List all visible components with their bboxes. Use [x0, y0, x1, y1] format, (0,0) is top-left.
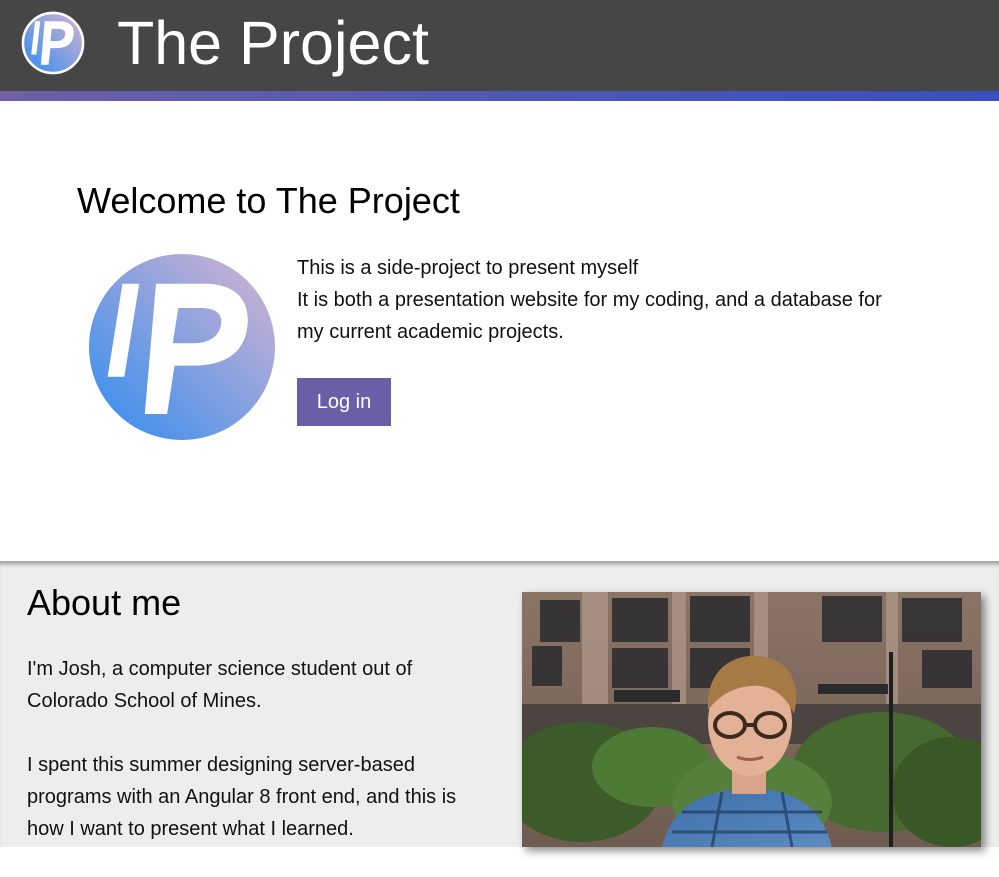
welcome-description: This is a side-project to present myself… — [297, 252, 907, 348]
header-accent-bar — [0, 91, 999, 101]
about-section: About me I'm Josh, a computer science st… — [0, 561, 999, 847]
welcome-title: Welcome to The Project — [77, 180, 460, 221]
project-p-logo-icon — [89, 254, 275, 440]
profile-photo — [522, 592, 981, 847]
welcome-line: It is both a presentation website for my… — [297, 289, 882, 343]
login-button[interactable]: Log in — [297, 378, 391, 426]
welcome-line: This is a side-project to present myself — [297, 257, 639, 279]
about-title: About me — [27, 582, 182, 623]
welcome-section: Welcome to The Project This is a side-pr… — [0, 101, 999, 561]
site-title: The Project — [117, 9, 429, 77]
about-paragraph: I'm Josh, a computer science student out… — [27, 658, 413, 712]
about-description: I'm Josh, a computer science student out… — [27, 653, 487, 877]
project-p-logo-icon[interactable] — [21, 11, 85, 75]
site-header: The Project — [0, 0, 999, 91]
about-paragraph: I spent this summer designing server-bas… — [27, 754, 457, 840]
